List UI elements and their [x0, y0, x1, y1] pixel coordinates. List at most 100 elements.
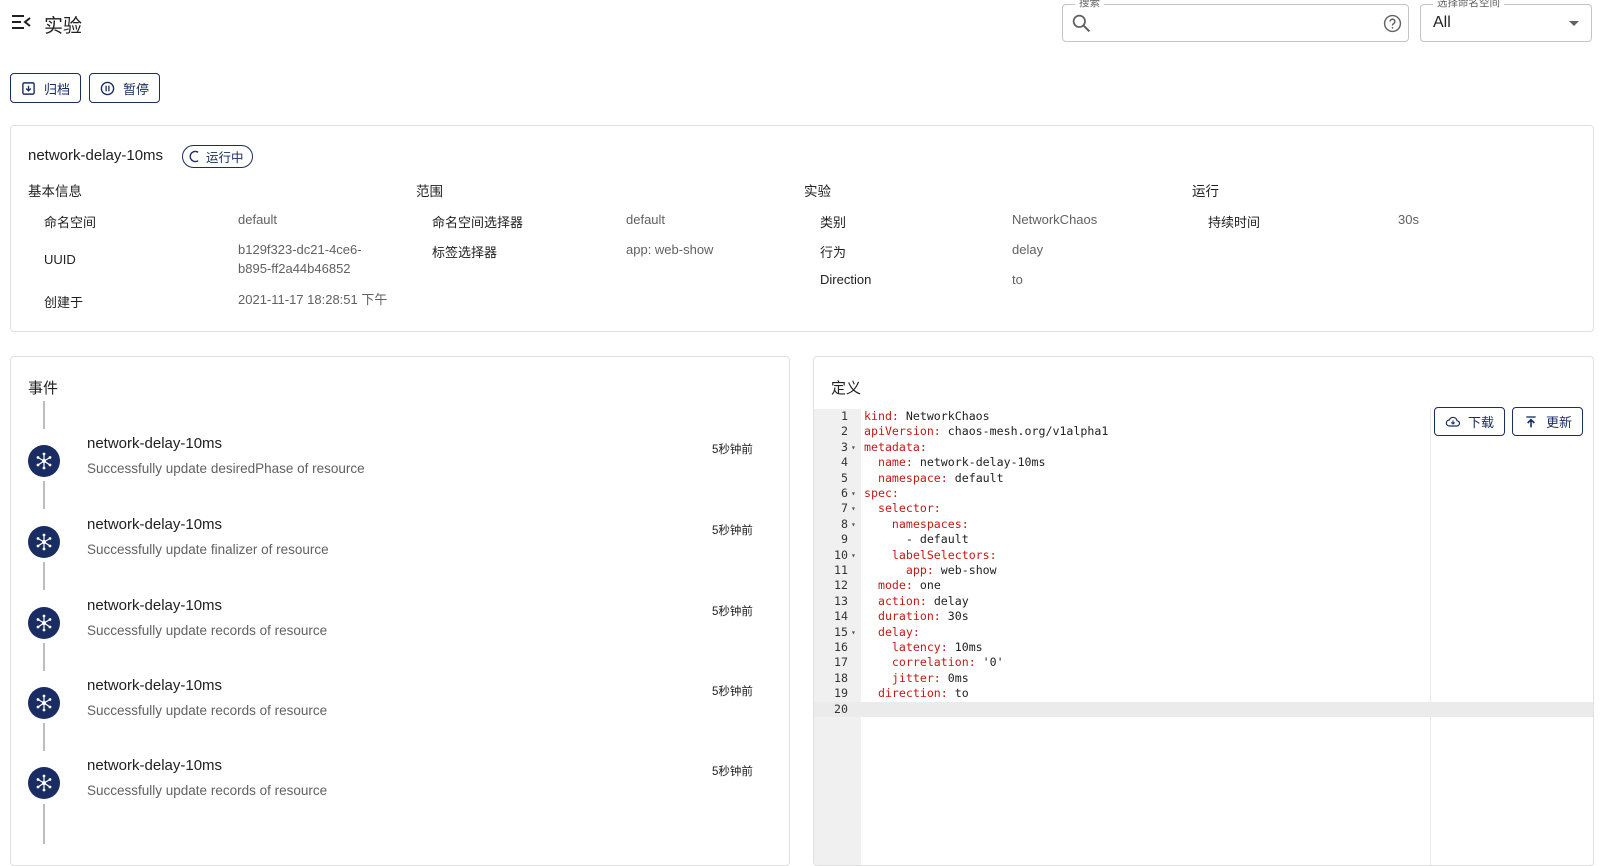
yaml-value: to: [947, 686, 969, 701]
pause-button[interactable]: 暂停: [89, 73, 161, 103]
section-scope-title: 范围: [416, 184, 443, 199]
event-time: 5秒钟前: [712, 525, 753, 537]
line-number: 5: [841, 470, 848, 485]
code-text: labelSelectors:: [864, 548, 997, 563]
page-title: 实验: [44, 16, 83, 37]
definition-title: 定义: [831, 380, 862, 397]
uuid-value-line2: b895-ff2a44b46852: [238, 261, 351, 276]
event-item: network-delay-10ms Successfully update re…: [11, 757, 789, 827]
network-node-icon: [28, 767, 60, 799]
line-number: 2: [841, 424, 848, 439]
line-number: 12: [834, 578, 848, 593]
fold-toggle-icon[interactable]: ▾: [851, 486, 856, 501]
download-button[interactable]: 下载: [1434, 407, 1506, 436]
line-number: 20: [834, 701, 848, 716]
code-text: app: web-show: [864, 563, 997, 578]
yaml-key: action:: [877, 593, 927, 608]
code-line: 4 name: network-delay-10ms: [814, 455, 1593, 470]
code-text: namespaces:: [864, 517, 969, 532]
event-name: network-delay-10ms: [87, 677, 223, 694]
code-line: 20: [814, 701, 1593, 717]
duration-value: 30s: [1398, 212, 1419, 227]
code-text: spec:: [864, 486, 899, 501]
event-item: network-delay-10ms Successfully update fi…: [11, 516, 789, 586]
yaml-key: spec:: [864, 486, 899, 500]
direction-value: to: [1012, 272, 1023, 287]
update-button[interactable]: 更新: [1512, 407, 1584, 436]
namespace-select[interactable]: 选择命名空间 All: [1420, 0, 1592, 42]
code-text: kind: NetworkChaos: [864, 409, 990, 424]
yaml-key: labelSelectors:: [891, 547, 997, 562]
fold-toggle-icon[interactable]: ▾: [851, 625, 856, 640]
event-message: Successfully update desiredPhase of reso…: [87, 461, 365, 476]
event-item: network-delay-10ms Successfully update de…: [11, 435, 789, 505]
loading-spinner-icon: [189, 150, 199, 163]
line-number: 18: [834, 670, 848, 685]
pause-button-label: 暂停: [123, 81, 150, 97]
yaml-editor[interactable]: 1 kind: NetworkChaos 2 apiVersion: chaos-me…: [814, 409, 1593, 865]
created-label: 创建于: [44, 295, 84, 310]
code-text: latency: 10ms: [864, 640, 983, 655]
yaml-value: 0ms: [940, 670, 969, 685]
uuid-label: UUID: [44, 252, 76, 267]
fold-toggle-icon[interactable]: ▾: [851, 548, 856, 563]
help-icon[interactable]: [1383, 14, 1402, 33]
namespace-select-label: 选择命名空间: [1433, 0, 1504, 9]
yaml-value: NetworkChaos: [898, 409, 990, 423]
code-text: correlation: '0': [864, 655, 1004, 670]
code-text: metadata:: [864, 440, 927, 455]
created-value: 2021-11-17 18:28:51 下午: [238, 292, 388, 307]
namespace-label: 命名空间: [44, 215, 97, 230]
event-name: network-delay-10ms: [87, 435, 223, 452]
search-label: 搜索: [1075, 0, 1104, 9]
menu-open-icon[interactable]: [11, 13, 31, 31]
kind-value: NetworkChaos: [1012, 212, 1098, 227]
archive-button[interactable]: 归档: [10, 73, 82, 103]
namespace-selector-label: 命名空间选择器: [432, 215, 524, 230]
yaml-key: name:: [877, 455, 913, 470]
download-button-label: 下载: [1468, 415, 1495, 430]
line-number: 7: [841, 501, 848, 516]
fold-toggle-icon[interactable]: ▾: [851, 440, 856, 455]
code-text: jitter: 0ms: [864, 671, 969, 686]
fold-toggle-icon[interactable]: ▾: [851, 501, 856, 516]
code-line: 5 namespace: default: [814, 470, 1593, 486]
yaml-value: delay: [926, 593, 969, 608]
direction-label: Direction: [820, 272, 872, 287]
duration-label: 持续时间: [1208, 215, 1261, 230]
archive-button-label: 归档: [44, 81, 71, 97]
yaml-key: latency:: [891, 640, 948, 654]
network-node-icon: [28, 607, 60, 639]
code-line: 12 mode: one: [814, 578, 1593, 593]
search-field[interactable]: 搜索: [1062, 0, 1409, 42]
line-number: 3: [841, 439, 848, 454]
uuid-value-line1: b129f323-dc21-4ce6-: [238, 242, 362, 257]
line-number: 8: [841, 516, 848, 531]
fold-toggle-icon[interactable]: ▾: [851, 517, 856, 532]
status-badge: 运行中: [182, 145, 253, 168]
event-time: 5秒钟前: [712, 606, 753, 618]
yaml-key: mode:: [877, 578, 913, 593]
line-number: 15: [834, 624, 848, 639]
event-message: Successfully update finalizer of resourc…: [87, 542, 329, 557]
section-run-title: 运行: [1192, 184, 1219, 199]
section-experiment-title: 实验: [804, 184, 831, 199]
search-icon: [1072, 14, 1091, 33]
event-name: network-delay-10ms: [87, 516, 223, 533]
yaml-key: app:: [905, 563, 934, 577]
namespace-selector-value: default: [626, 212, 666, 227]
events-card: 事件 network-delay-10ms Successfully update…: [10, 356, 790, 866]
network-node-icon: [28, 687, 60, 719]
search-input[interactable]: [1101, 10, 1361, 36]
yaml-key: metadata:: [864, 439, 927, 454]
